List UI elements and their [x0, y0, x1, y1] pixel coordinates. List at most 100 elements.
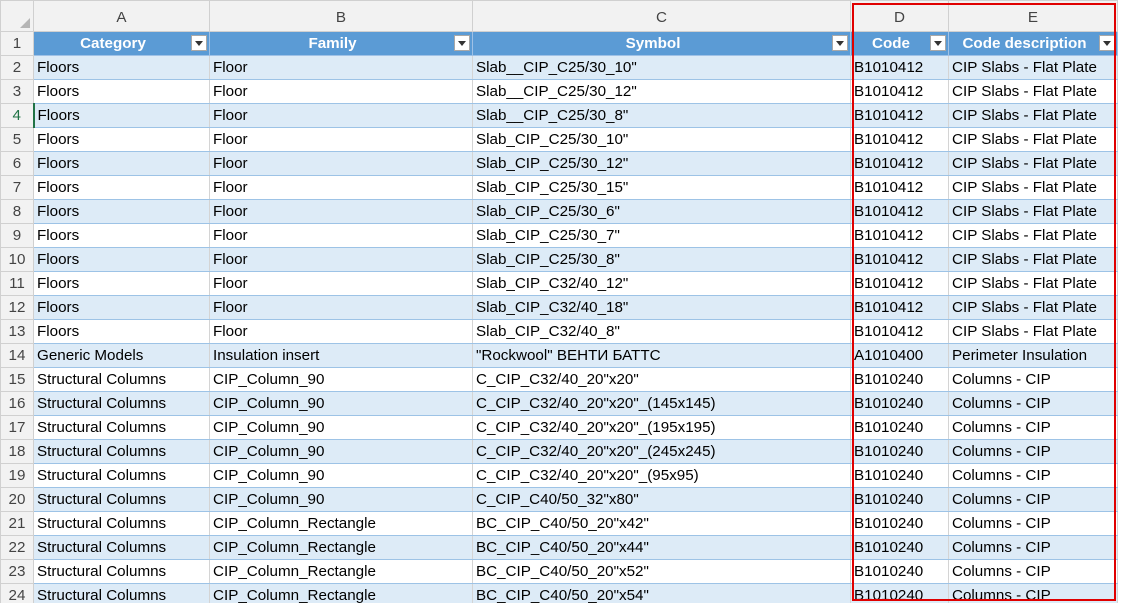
cell-a[interactable]: Floors	[33, 247, 210, 272]
row-number[interactable]: 23	[0, 559, 34, 584]
cell-b[interactable]: CIP_Column_90	[209, 487, 473, 512]
row-number[interactable]: 11	[0, 271, 34, 296]
cell-a[interactable]: Floors	[33, 271, 210, 296]
cell-b[interactable]: CIP_Column_Rectangle	[209, 559, 473, 584]
column-header-b[interactable]: B	[209, 0, 473, 32]
cell-c[interactable]: Slab_CIP_C25/30_7"	[472, 223, 851, 248]
cell-c[interactable]: C_CIP_C40/50_32"x80"	[472, 487, 851, 512]
cell-e[interactable]: Perimeter Insulation	[948, 343, 1118, 368]
cell-a[interactable]: Structural Columns	[33, 391, 210, 416]
row-number[interactable]: 24	[0, 583, 34, 603]
cell-e[interactable]: Columns - CIP	[948, 415, 1118, 440]
row-number[interactable]: 4	[0, 103, 35, 128]
cell-b[interactable]: Floor	[209, 223, 473, 248]
cell-e[interactable]: CIP Slabs - Flat Plate	[948, 79, 1118, 104]
cell-d[interactable]: B1010412	[850, 103, 949, 128]
cell-e[interactable]: CIP Slabs - Flat Plate	[948, 127, 1118, 152]
cell-d[interactable]: B1010412	[850, 151, 949, 176]
cell-d[interactable]: B1010240	[850, 559, 949, 584]
cell-e[interactable]: CIP Slabs - Flat Plate	[948, 295, 1118, 320]
cell-a[interactable]: Floors	[33, 175, 210, 200]
cell-e[interactable]: Columns - CIP	[948, 391, 1118, 416]
cell-d[interactable]: B1010412	[850, 199, 949, 224]
cell-c[interactable]: Slab_CIP_C32/40_18"	[472, 295, 851, 320]
cell-b[interactable]: Floor	[209, 151, 473, 176]
cell-d[interactable]: B1010412	[850, 79, 949, 104]
column-header-d[interactable]: D	[850, 0, 949, 32]
row-number[interactable]: 10	[0, 247, 34, 272]
cell-d[interactable]: B1010412	[850, 271, 949, 296]
cell-d[interactable]: B1010412	[850, 223, 949, 248]
cell-c[interactable]: Slab__CIP_C25/30_8"	[472, 103, 851, 128]
cell-e[interactable]: CIP Slabs - Flat Plate	[948, 271, 1118, 296]
cell-d[interactable]: B1010240	[850, 415, 949, 440]
cell-c[interactable]: BC_CIP_C40/50_20"x42"	[472, 511, 851, 536]
cell-b[interactable]: Insulation insert	[209, 343, 473, 368]
row-number[interactable]: 7	[0, 175, 34, 200]
cell-a[interactable]: Structural Columns	[33, 367, 210, 392]
cell-e[interactable]: Columns - CIP	[948, 535, 1118, 560]
cell-b[interactable]: Floor	[209, 271, 473, 296]
filter-dropdown-icon[interactable]	[454, 35, 470, 51]
cell-c[interactable]: Slab_CIP_C32/40_12"	[472, 271, 851, 296]
row-number[interactable]: 9	[0, 223, 34, 248]
cell-b[interactable]: CIP_Column_90	[209, 439, 473, 464]
cell-c[interactable]: Slab__CIP_C25/30_12"	[472, 79, 851, 104]
select-all-corner[interactable]	[0, 0, 34, 32]
cell-d[interactable]: B1010412	[850, 55, 949, 80]
cell-a[interactable]: Generic Models	[33, 343, 210, 368]
cell-e[interactable]: Columns - CIP	[948, 487, 1118, 512]
row-number[interactable]: 21	[0, 511, 34, 536]
cell-a[interactable]: Structural Columns	[33, 535, 210, 560]
cell-a[interactable]: Structural Columns	[33, 583, 210, 603]
row-number[interactable]: 19	[0, 463, 34, 488]
cell-e[interactable]: Columns - CIP	[948, 439, 1118, 464]
cell-b[interactable]: Floor	[209, 79, 473, 104]
cell-e[interactable]: CIP Slabs - Flat Plate	[948, 55, 1118, 80]
cell-c[interactable]: Slab__CIP_C25/30_10"	[472, 55, 851, 80]
filter-dropdown-icon[interactable]	[832, 35, 848, 51]
cell-c[interactable]: C_CIP_C32/40_20"x20"	[472, 367, 851, 392]
cell-d[interactable]: B1010412	[850, 295, 949, 320]
cell-b[interactable]: Floor	[209, 199, 473, 224]
cell-d[interactable]: B1010240	[850, 535, 949, 560]
cell-a[interactable]: Structural Columns	[33, 463, 210, 488]
cell-d[interactable]: B1010240	[850, 367, 949, 392]
cell-a[interactable]: Floors	[33, 127, 210, 152]
row-number[interactable]: 12	[0, 295, 34, 320]
cell-e[interactable]: CIP Slabs - Flat Plate	[948, 223, 1118, 248]
cell-c[interactable]: BC_CIP_C40/50_20"x52"	[472, 559, 851, 584]
cell-a[interactable]: Floors	[33, 319, 210, 344]
cell-c[interactable]: Slab_CIP_C25/30_15"	[472, 175, 851, 200]
cell-c[interactable]: Slab_CIP_C32/40_8"	[472, 319, 851, 344]
row-number[interactable]: 14	[0, 343, 34, 368]
cell-a[interactable]: Floors	[33, 103, 210, 128]
cell-b[interactable]: CIP_Column_Rectangle	[209, 535, 473, 560]
row-number[interactable]: 16	[0, 391, 34, 416]
row-number[interactable]: 13	[0, 319, 34, 344]
cell-e[interactable]: CIP Slabs - Flat Plate	[948, 199, 1118, 224]
row-number[interactable]: 3	[0, 79, 34, 104]
cell-c[interactable]: Slab_CIP_C25/30_8"	[472, 247, 851, 272]
filter-dropdown-icon[interactable]	[191, 35, 207, 51]
cell-b[interactable]: CIP_Column_90	[209, 415, 473, 440]
cell-a[interactable]: Floors	[33, 55, 210, 80]
cell-d[interactable]: B1010240	[850, 391, 949, 416]
cell-d[interactable]: B1010412	[850, 127, 949, 152]
cell-b[interactable]: CIP_Column_Rectangle	[209, 511, 473, 536]
row-number[interactable]: 17	[0, 415, 34, 440]
cell-d[interactable]: B1010240	[850, 511, 949, 536]
column-header-a[interactable]: A	[33, 0, 210, 32]
cell-e[interactable]: Columns - CIP	[948, 583, 1118, 603]
cell-c[interactable]: Slab_CIP_C25/30_6"	[472, 199, 851, 224]
row-number[interactable]: 22	[0, 535, 34, 560]
row-number[interactable]: 8	[0, 199, 34, 224]
cell-a[interactable]: Structural Columns	[33, 559, 210, 584]
cell-c[interactable]: BC_CIP_C40/50_20"x54"	[472, 583, 851, 603]
cell-a[interactable]: Structural Columns	[33, 439, 210, 464]
row-number[interactable]: 1	[0, 31, 34, 56]
cell-e[interactable]: Columns - CIP	[948, 463, 1118, 488]
column-header-e[interactable]: E	[948, 0, 1118, 32]
cell-c[interactable]: C_CIP_C32/40_20"x20"_(245x245)	[472, 439, 851, 464]
cell-a[interactable]: Structural Columns	[33, 487, 210, 512]
